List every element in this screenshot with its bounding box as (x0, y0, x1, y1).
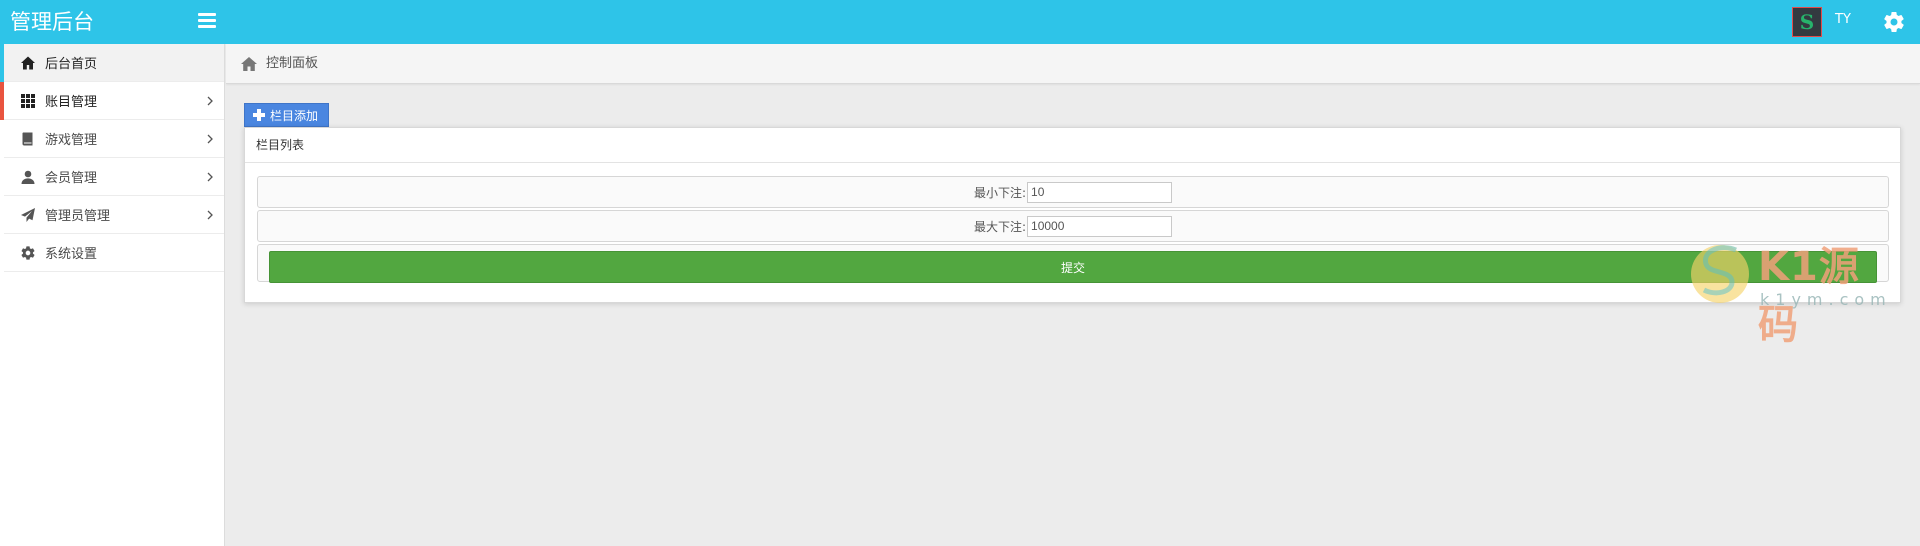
min-bet-label: 最小下注: (973, 185, 1027, 200)
sidebar-item-dashboard[interactable]: 后台首页 (0, 44, 224, 82)
panel-title: 栏目列表 (256, 138, 305, 152)
min-bet-input[interactable] (1027, 181, 1173, 203)
home-icon[interactable] (240, 56, 258, 72)
hamburger-menu-icon[interactable] (198, 12, 216, 30)
sidebar-item-games[interactable]: 游戏管理 (4, 120, 224, 158)
chevron-right-icon (207, 210, 213, 220)
chevron-right-icon (207, 96, 213, 106)
send-icon (21, 208, 35, 222)
avatar[interactable]: S (1792, 7, 1822, 37)
max-bet-input[interactable] (1027, 215, 1173, 237)
sidebar: 后台首页 账目管理 游戏管理 会员管理 管理员管理 系统设置 (0, 44, 225, 546)
watermark-url: k1ym.com (1760, 290, 1892, 309)
sidebar-item-label: 游戏管理 (45, 133, 98, 148)
sidebar-item-accounts[interactable]: 账目管理 (0, 82, 224, 120)
brand-title: 管理后台 (10, 10, 94, 34)
max-bet-row: 最大下注: (257, 210, 1889, 242)
panel-header: 栏目列表 (245, 128, 1900, 163)
sidebar-item-admins[interactable]: 管理员管理 (4, 196, 224, 234)
breadcrumb-current[interactable]: 控制面板 (266, 44, 318, 84)
watermark-emblem-icon (1691, 245, 1749, 303)
watermark-logo: K1源码 k1ym.com (1688, 232, 1893, 348)
max-bet-label: 最大下注: (973, 219, 1027, 234)
add-column-label: 栏目添加 (270, 108, 319, 123)
sidebar-item-label: 管理员管理 (45, 209, 111, 224)
sidebar-item-label: 会员管理 (45, 171, 98, 186)
sidebar-item-label: 后台首页 (45, 57, 98, 72)
column-list-panel: 栏目列表 最小下注: 最大下注: 提交 (244, 127, 1901, 303)
submit-button[interactable]: 提交 (269, 251, 1877, 283)
min-bet-row: 最小下注: (257, 176, 1889, 208)
gear-icon (21, 246, 35, 260)
sidebar-item-members[interactable]: 会员管理 (4, 158, 224, 196)
sidebar-item-label: 账目管理 (45, 95, 98, 110)
top-header: 管理后台 S TY (0, 0, 1920, 44)
chevron-right-icon (207, 172, 213, 182)
chevron-right-icon (207, 134, 213, 144)
plus-icon (253, 109, 265, 121)
home-icon (21, 56, 35, 70)
book-icon (22, 132, 33, 146)
grid-icon (21, 94, 35, 108)
settings-gear-icon[interactable] (1882, 10, 1906, 34)
avatar-letter: S (1799, 10, 1815, 34)
user-icon (21, 170, 35, 184)
add-column-button[interactable]: 栏目添加 (244, 103, 329, 127)
username[interactable]: TY (1835, 0, 1851, 40)
sidebar-item-settings[interactable]: 系统设置 (4, 234, 224, 272)
breadcrumb: 控制面板 (226, 44, 1920, 84)
sidebar-item-label: 系统设置 (45, 247, 98, 262)
